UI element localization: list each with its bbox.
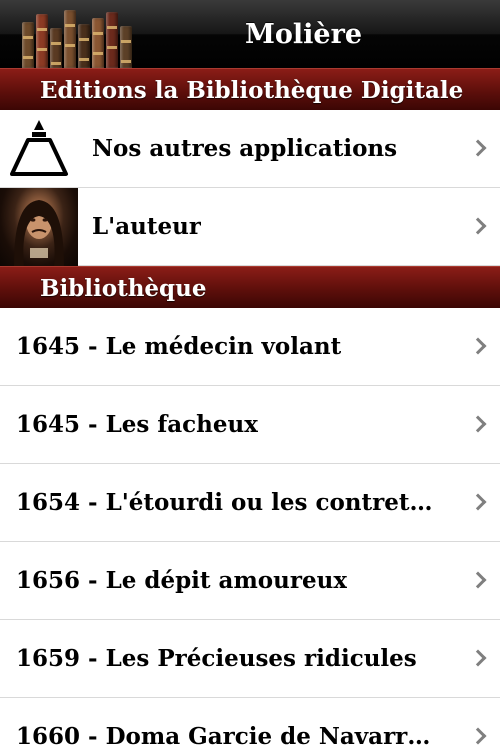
book-spine-icon [50,28,62,68]
book-spine-icon [92,18,104,68]
list-item[interactable]: 1654 - L'étourdi ou les contrete... [0,464,500,542]
row-label: 1645 - Le médecin volant [16,333,342,360]
chevron-right-icon [469,415,487,432]
row-label: 1645 - Les facheux [16,411,258,438]
list-item[interactable]: 1660 - Doma Garcie de Navarre... [0,698,500,750]
chevron-right-icon [469,727,487,744]
row-label: 1656 - Le dépit amoureux [16,567,348,594]
app-screen: Molière Editions la Bibliothèque Digital… [0,0,500,750]
list-item[interactable]: 1659 - Les Précieuses ridicules [0,620,500,698]
list-item[interactable]: 1656 - Le dépit amoureux [0,542,500,620]
book-spine-icon [106,12,118,68]
book-spine-icon [22,22,34,68]
book-spine-icon [36,14,48,68]
page-title: Molière [245,19,362,50]
navigation-bar: Molière [0,0,500,68]
row-other-apps[interactable]: Nos autres applications [0,110,500,188]
section-header-library: Bibliothèque [0,266,500,308]
chevron-right-icon [469,571,487,588]
row-label: Nos autres applications [92,135,398,162]
author-portrait-icon [0,187,78,266]
chevron-right-icon [469,649,487,666]
chevron-right-icon [469,493,487,510]
chevron-right-icon [469,337,487,354]
book-spine-icon [64,10,76,68]
section-header-editions: Editions la Bibliothèque Digitale [0,68,500,110]
row-label: 1659 - Les Précieuses ridicules [16,645,417,672]
books-logo-icon [22,0,132,68]
triangle-lamp-logo-icon [0,110,78,188]
chevron-right-icon [469,139,487,156]
list-item[interactable]: 1645 - Le médecin volant [0,308,500,386]
row-author[interactable]: L'auteur [0,187,500,266]
book-spine-icon [120,26,132,68]
list-item[interactable]: 1645 - Les facheux [0,386,500,464]
row-label: L'auteur [92,213,201,240]
book-spine-icon [78,24,90,68]
chevron-right-icon [469,217,487,234]
row-label: 1654 - L'étourdi ou les contrete... [16,489,438,516]
row-label: 1660 - Doma Garcie de Navarre... [16,723,438,750]
